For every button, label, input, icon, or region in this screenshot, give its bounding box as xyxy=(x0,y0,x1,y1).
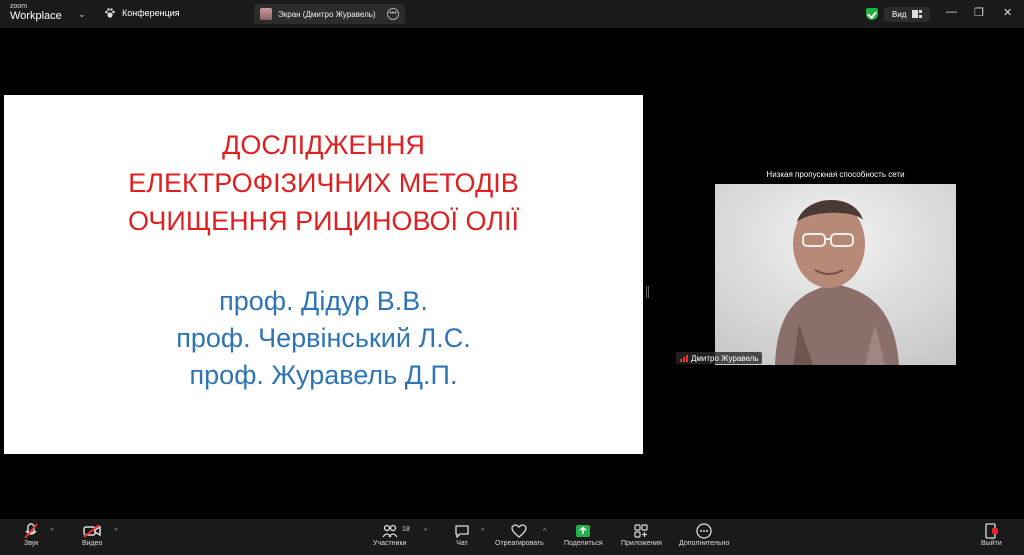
mic-muted-icon xyxy=(24,522,38,540)
restore-icon[interactable]: ❐ xyxy=(974,6,984,19)
paw-icon xyxy=(105,8,115,18)
more-icon xyxy=(696,522,712,540)
share-screen-icon xyxy=(575,522,591,540)
react-options-caret-icon[interactable]: ^ xyxy=(543,528,546,535)
participants-options-caret-icon[interactable]: ^ xyxy=(424,528,427,535)
chat-button[interactable]: Чат xyxy=(454,522,470,547)
slide-title-line-1: ДОСЛІДЖЕННЯ xyxy=(222,130,425,160)
meeting-toolbar: Звук ^ Видео ^ Участники 18 ^ Чат ^ Отре… xyxy=(0,519,1024,555)
slide-author-2: проф. Червінський Л.С. xyxy=(176,323,471,353)
participant-name: Дмитро Журавель xyxy=(691,353,759,363)
leave-label: Выйти xyxy=(981,540,1002,547)
participants-label: Участники xyxy=(373,540,407,547)
view-label: Вид xyxy=(892,9,907,19)
slide-author-3: проф. Журавель Д.П. xyxy=(189,360,458,390)
grid-view-icon xyxy=(912,10,923,18)
shield-icon[interactable] xyxy=(866,8,878,20)
audio-label: Звук xyxy=(24,540,39,547)
leave-button[interactable]: Выйти xyxy=(981,522,1002,547)
logo-small-text: zoom xyxy=(10,3,28,10)
participant-video[interactable] xyxy=(715,184,956,365)
meeting-info-button[interactable]: Конференция xyxy=(104,7,180,19)
panel-resize-handle[interactable] xyxy=(646,286,649,298)
view-button[interactable]: Вид xyxy=(884,6,931,22)
video-label: Видео xyxy=(82,540,103,547)
video-button[interactable]: Видео xyxy=(82,522,102,547)
share-button[interactable]: Поделиться xyxy=(564,522,603,547)
meeting-label: Конференция xyxy=(122,8,180,18)
react-button[interactable]: Отреагировать xyxy=(495,522,544,547)
signal-bars-icon xyxy=(680,354,688,362)
presenter-avatar xyxy=(260,8,272,20)
share-label: Поделиться xyxy=(564,540,603,547)
chat-icon xyxy=(454,522,470,540)
slide-title-line-2: ЕЛЕКТРОФІЗИЧНИХ МЕТОДІВ xyxy=(128,168,519,198)
more-label: Дополнительно xyxy=(679,540,730,547)
react-label: Отреагировать xyxy=(495,540,544,547)
participants-count: 18 xyxy=(402,526,410,533)
view-controls: Вид xyxy=(866,4,931,24)
chat-options-caret-icon[interactable]: ^ xyxy=(481,528,484,535)
top-bar: zoom Workplace ⌄ Конференция Экран (Дмит… xyxy=(0,0,1024,28)
participant-name-tag: Дмитро Журавель xyxy=(676,352,763,364)
more-button[interactable]: Дополнительно xyxy=(679,522,729,547)
heart-react-icon xyxy=(511,522,528,540)
screen-share-indicator[interactable]: Экран (Дмитро Журавель) ••• xyxy=(254,4,405,24)
close-icon[interactable]: ✕ xyxy=(1003,6,1012,19)
leave-icon xyxy=(983,522,999,540)
network-warning: Низкая пропускная способность сети xyxy=(766,170,905,179)
apps-button[interactable]: Приложения xyxy=(621,522,662,547)
shared-screen-slide: ДОСЛІДЖЕННЯ ЕЛЕКТРОФІЗИЧНИХ МЕТОДІВ ОЧИЩ… xyxy=(4,95,643,454)
audio-options-caret-icon[interactable]: ^ xyxy=(50,528,53,535)
video-off-icon xyxy=(83,522,101,540)
video-options-caret-icon[interactable]: ^ xyxy=(114,528,117,535)
participants-icon xyxy=(382,522,398,540)
apps-icon xyxy=(634,522,649,540)
logo-big-text: Workplace xyxy=(10,10,62,22)
screen-share-label: Экран (Дмитро Журавель) xyxy=(278,9,376,19)
more-options-icon[interactable]: ••• xyxy=(387,8,399,20)
zoom-logo: zoom Workplace xyxy=(10,3,62,22)
chat-label: Чат xyxy=(456,540,468,547)
chevron-down-icon[interactable]: ⌄ xyxy=(78,9,86,20)
audio-button[interactable]: Звук xyxy=(24,522,38,547)
slide-title-line-3: ОЧИЩЕННЯ РИЦИНОВОЇ ОЛІЇ xyxy=(128,206,519,236)
participant-video-frame xyxy=(715,184,956,365)
minimize-icon[interactable]: — xyxy=(946,6,957,18)
slide-author-1: проф. Дідур В.В. xyxy=(219,286,428,316)
apps-label: Приложения xyxy=(621,540,662,547)
